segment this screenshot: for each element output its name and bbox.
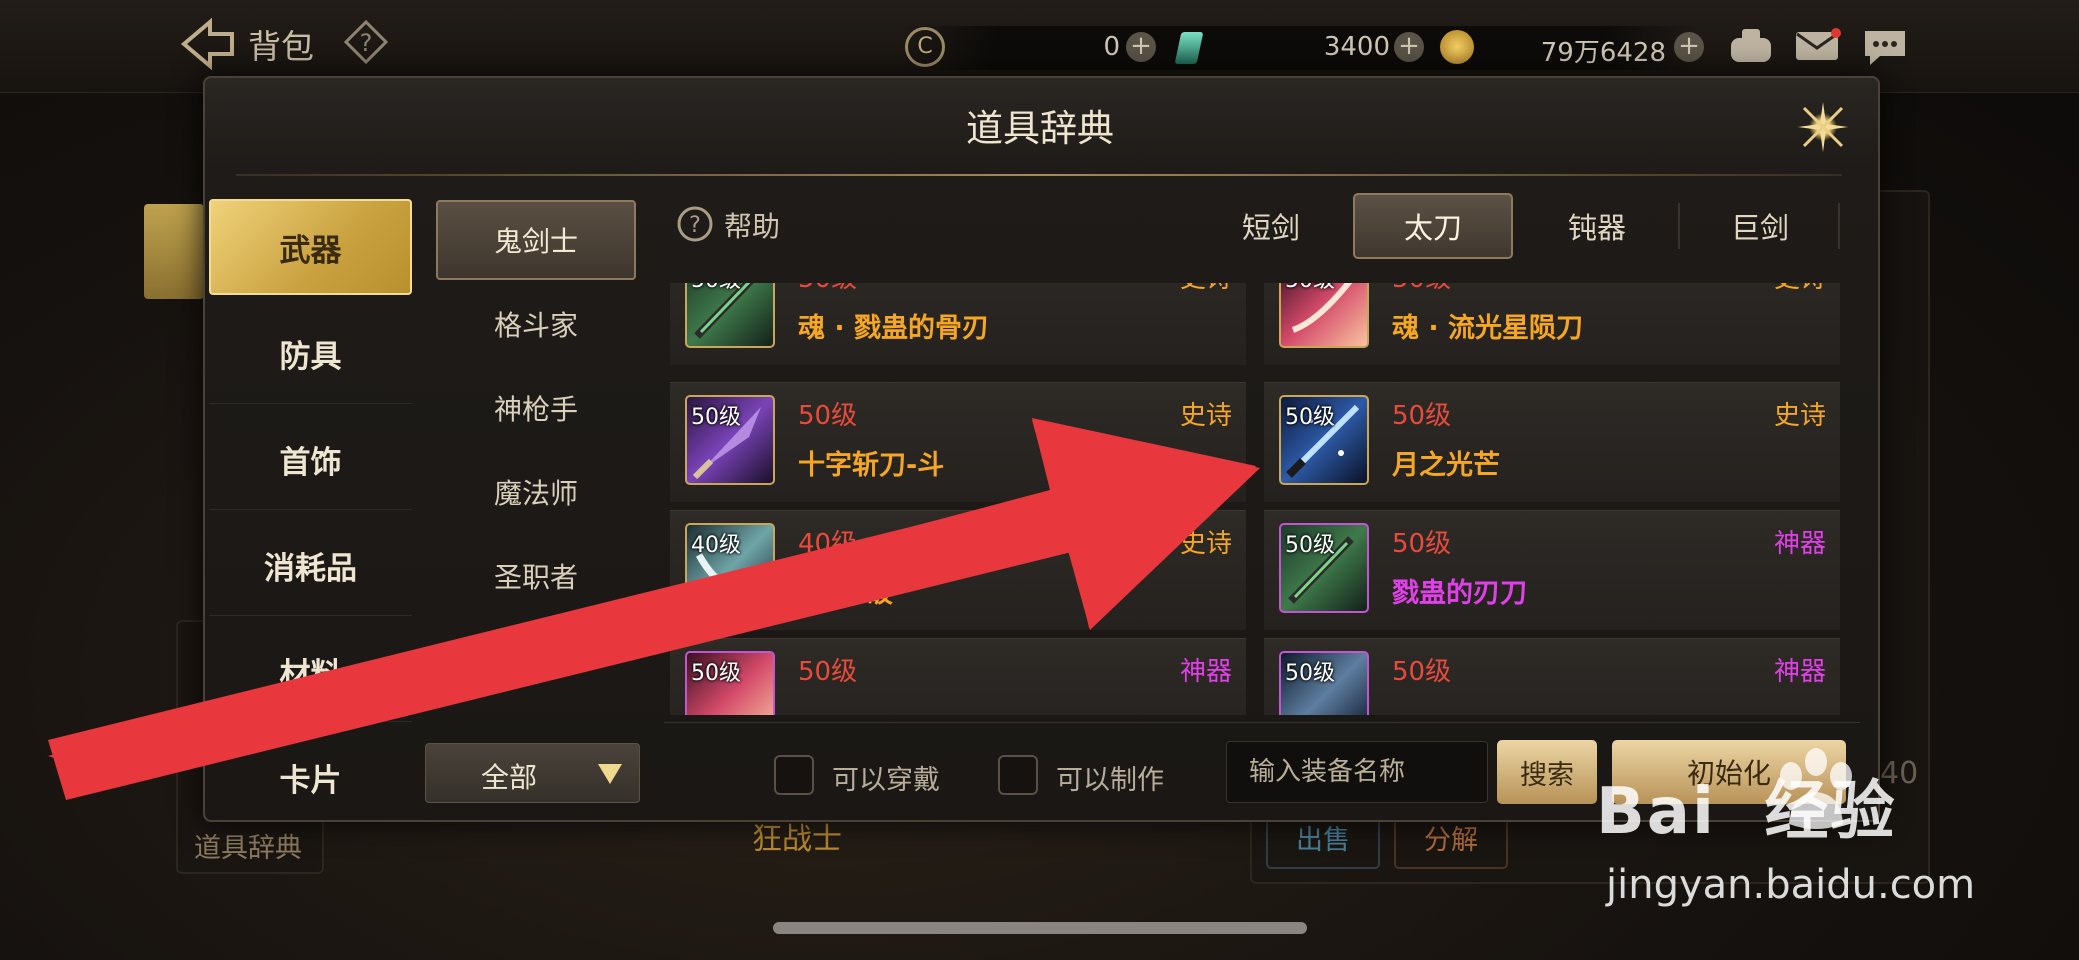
- watermark-logo: Bai 经验: [1596, 748, 2066, 849]
- watermark-brand: Bai 经验: [1596, 775, 1897, 849]
- home-indicator[interactable]: [773, 922, 1307, 934]
- watermark-url: jingyan.baidu.com: [1606, 862, 1976, 908]
